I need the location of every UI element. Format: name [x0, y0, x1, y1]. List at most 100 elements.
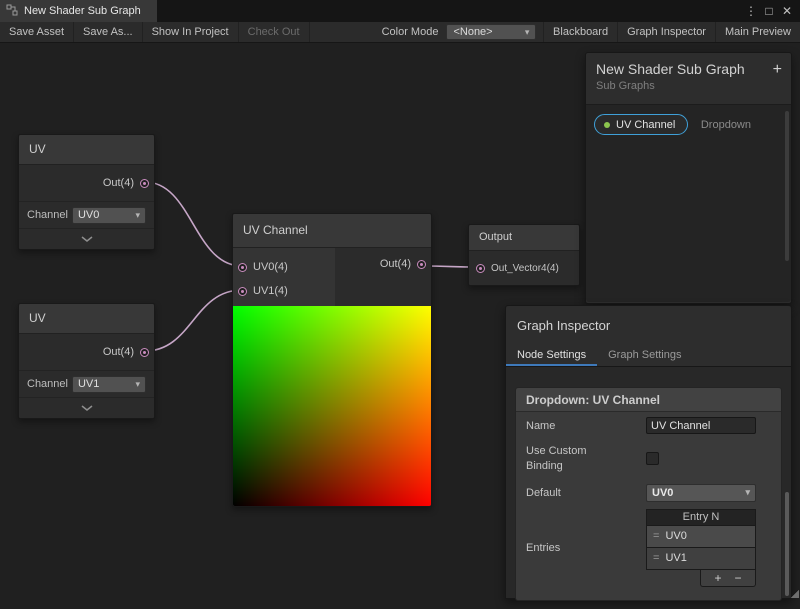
color-mode-dropdown[interactable]: <None> ▾	[446, 24, 536, 40]
entry-value: UV1	[665, 552, 686, 564]
entry-value: UV0	[665, 530, 686, 542]
blackboard-toggle-button[interactable]: Blackboard	[543, 22, 617, 42]
graph-canvas[interactable]: UV Out(4) Channel UV0 ▾ UV Out(4) Channe…	[0, 43, 800, 599]
uv-channel-node[interactable]: UV Channel UV0(4) UV1(4) Out(4)	[232, 213, 432, 507]
remove-entry-button[interactable]: −	[735, 571, 742, 585]
blackboard-item-uv-channel[interactable]: UV Channel	[594, 114, 688, 135]
chevron-down-icon: ▾	[135, 379, 140, 390]
channel-label: Channel	[27, 209, 68, 221]
node-title: UV	[19, 304, 154, 334]
window-tab[interactable]: New Shader Sub Graph	[0, 0, 157, 22]
node-title: UV Channel	[233, 214, 431, 248]
collapse-chevron-icon[interactable]	[19, 397, 154, 418]
uv-bottom-out-port[interactable]	[140, 348, 149, 357]
default-field-row: Default UV0 ▾	[516, 479, 781, 507]
uv-node-top[interactable]: UV Out(4) Channel UV0 ▾	[18, 134, 155, 250]
drag-handle-icon[interactable]: =	[653, 530, 659, 542]
out-vector4-port-label: Out_Vector4(4)	[491, 263, 559, 274]
uv-top-out-port[interactable]	[140, 179, 149, 188]
uv0-port-label: UV0(4)	[253, 261, 288, 273]
inspector-content: Dropdown: UV Channel Name Use Custom Bin…	[506, 367, 791, 609]
chevron-down-icon: ▾	[525, 27, 530, 38]
close-icon[interactable]: ✕	[778, 4, 796, 18]
save-as-button[interactable]: Save As...	[74, 22, 143, 42]
tab-node-settings[interactable]: Node Settings	[506, 344, 597, 366]
entries-list-footer: + −	[700, 570, 756, 587]
use-custom-binding-label: Use Custom Binding	[526, 444, 646, 474]
subgraph-icon	[6, 4, 18, 19]
use-custom-binding-checkbox[interactable]	[646, 452, 659, 465]
channel-dropdown[interactable]: UV1 ▾	[72, 376, 146, 393]
inspector-scrollbar[interactable]	[785, 492, 789, 596]
name-input[interactable]	[646, 417, 756, 434]
input-ports-column: UV0(4) UV1(4)	[233, 248, 335, 306]
default-dropdown[interactable]: UV0 ▾	[646, 484, 756, 502]
menu-icon[interactable]: ⋮	[742, 4, 760, 18]
graph-inspector-title: Graph Inspector	[506, 306, 791, 344]
channel-value: UV1	[78, 378, 99, 390]
toolbar-toggles: Blackboard Graph Inspector Main Preview	[543, 22, 800, 42]
channel-value: UV0	[78, 209, 99, 221]
name-label: Name	[526, 420, 646, 432]
drag-handle-icon[interactable]: =	[653, 552, 659, 564]
blackboard-subtitle: Sub Graphs	[586, 80, 791, 92]
color-mode-value: <None>	[453, 26, 492, 38]
uv0-input-port[interactable]	[238, 263, 247, 272]
custom-binding-row: Use Custom Binding	[516, 439, 781, 479]
entries-row: Entries Entry N = UV0 = UV1 +	[516, 507, 781, 592]
entries-list: Entry N = UV0 = UV1 + −	[646, 509, 756, 587]
tab-graph-settings[interactable]: Graph Settings	[597, 344, 692, 366]
toolbar: Save Asset Save As... Show In Project Ch…	[0, 22, 800, 43]
blackboard-item-name: UV Channel	[616, 119, 675, 131]
show-in-project-button[interactable]: Show In Project	[143, 22, 239, 42]
graph-inspector-toggle-button[interactable]: Graph Inspector	[617, 22, 715, 42]
entries-label: Entries	[526, 542, 646, 554]
window-resize-grip[interactable]	[790, 589, 799, 598]
blackboard-title: New Shader Sub Graph	[586, 53, 791, 80]
blackboard-body: UV Channel Dropdown	[586, 105, 791, 302]
tab-title: New Shader Sub Graph	[24, 5, 141, 17]
window-controls: ⋮ □ ✕	[742, 0, 800, 22]
uv-node-bottom[interactable]: UV Out(4) Channel UV1 ▾	[18, 303, 155, 419]
out-vector4-input-port[interactable]	[476, 264, 485, 273]
edge-uv0	[145, 182, 242, 266]
inspector-tabs: Node Settings Graph Settings	[506, 344, 791, 367]
blackboard-scrollbar[interactable]	[785, 111, 789, 261]
save-asset-button[interactable]: Save Asset	[0, 22, 74, 42]
collapse-chevron-icon[interactable]	[19, 228, 154, 249]
uv-gradient-preview	[233, 306, 431, 506]
graph-inspector-panel[interactable]: Graph Inspector Node Settings Graph Sett…	[505, 305, 792, 599]
out-port-label: Out(4)	[380, 258, 411, 270]
node-title: Output	[469, 225, 579, 251]
blackboard-item-type: Dropdown	[701, 119, 783, 131]
chevron-down-icon: ▾	[135, 210, 140, 221]
uv1-input-port[interactable]	[238, 287, 247, 296]
channel-label: Channel	[27, 378, 68, 390]
add-entry-button[interactable]: +	[714, 571, 721, 585]
chevron-down-icon: ▾	[745, 487, 750, 498]
out-port-label: Out(4)	[103, 346, 134, 358]
color-mode-label: Color Mode	[374, 22, 447, 42]
name-field-row: Name	[516, 412, 781, 439]
exposed-dot-icon	[604, 122, 610, 128]
default-value: UV0	[652, 487, 673, 499]
dropdown-panel-title: Dropdown: UV Channel	[516, 388, 781, 412]
entry-item-uv0[interactable]: = UV0	[646, 526, 756, 548]
entry-item-uv1[interactable]: = UV1	[646, 548, 756, 570]
blackboard-item-row: UV Channel Dropdown	[586, 105, 791, 135]
node-title: UV	[19, 135, 154, 165]
blackboard-panel[interactable]: New Shader Sub Graph Sub Graphs + UV Cha…	[585, 52, 792, 304]
output-node[interactable]: Output Out_Vector4(4)	[468, 224, 580, 286]
out-port-label: Out(4)	[103, 177, 134, 189]
titlebar: New Shader Sub Graph ⋮ □ ✕	[0, 0, 800, 22]
edge-uv1	[145, 290, 242, 351]
main-preview-toggle-button[interactable]: Main Preview	[715, 22, 800, 42]
uv1-port-label: UV1(4)	[253, 285, 288, 297]
default-label: Default	[526, 487, 646, 499]
uv-channel-out-port[interactable]	[417, 260, 426, 269]
maximize-icon[interactable]: □	[760, 4, 778, 18]
add-property-button[interactable]: +	[773, 62, 782, 78]
entries-list-header: Entry N	[646, 509, 756, 526]
channel-dropdown[interactable]: UV0 ▾	[72, 207, 146, 224]
blackboard-header: New Shader Sub Graph Sub Graphs +	[586, 53, 791, 105]
